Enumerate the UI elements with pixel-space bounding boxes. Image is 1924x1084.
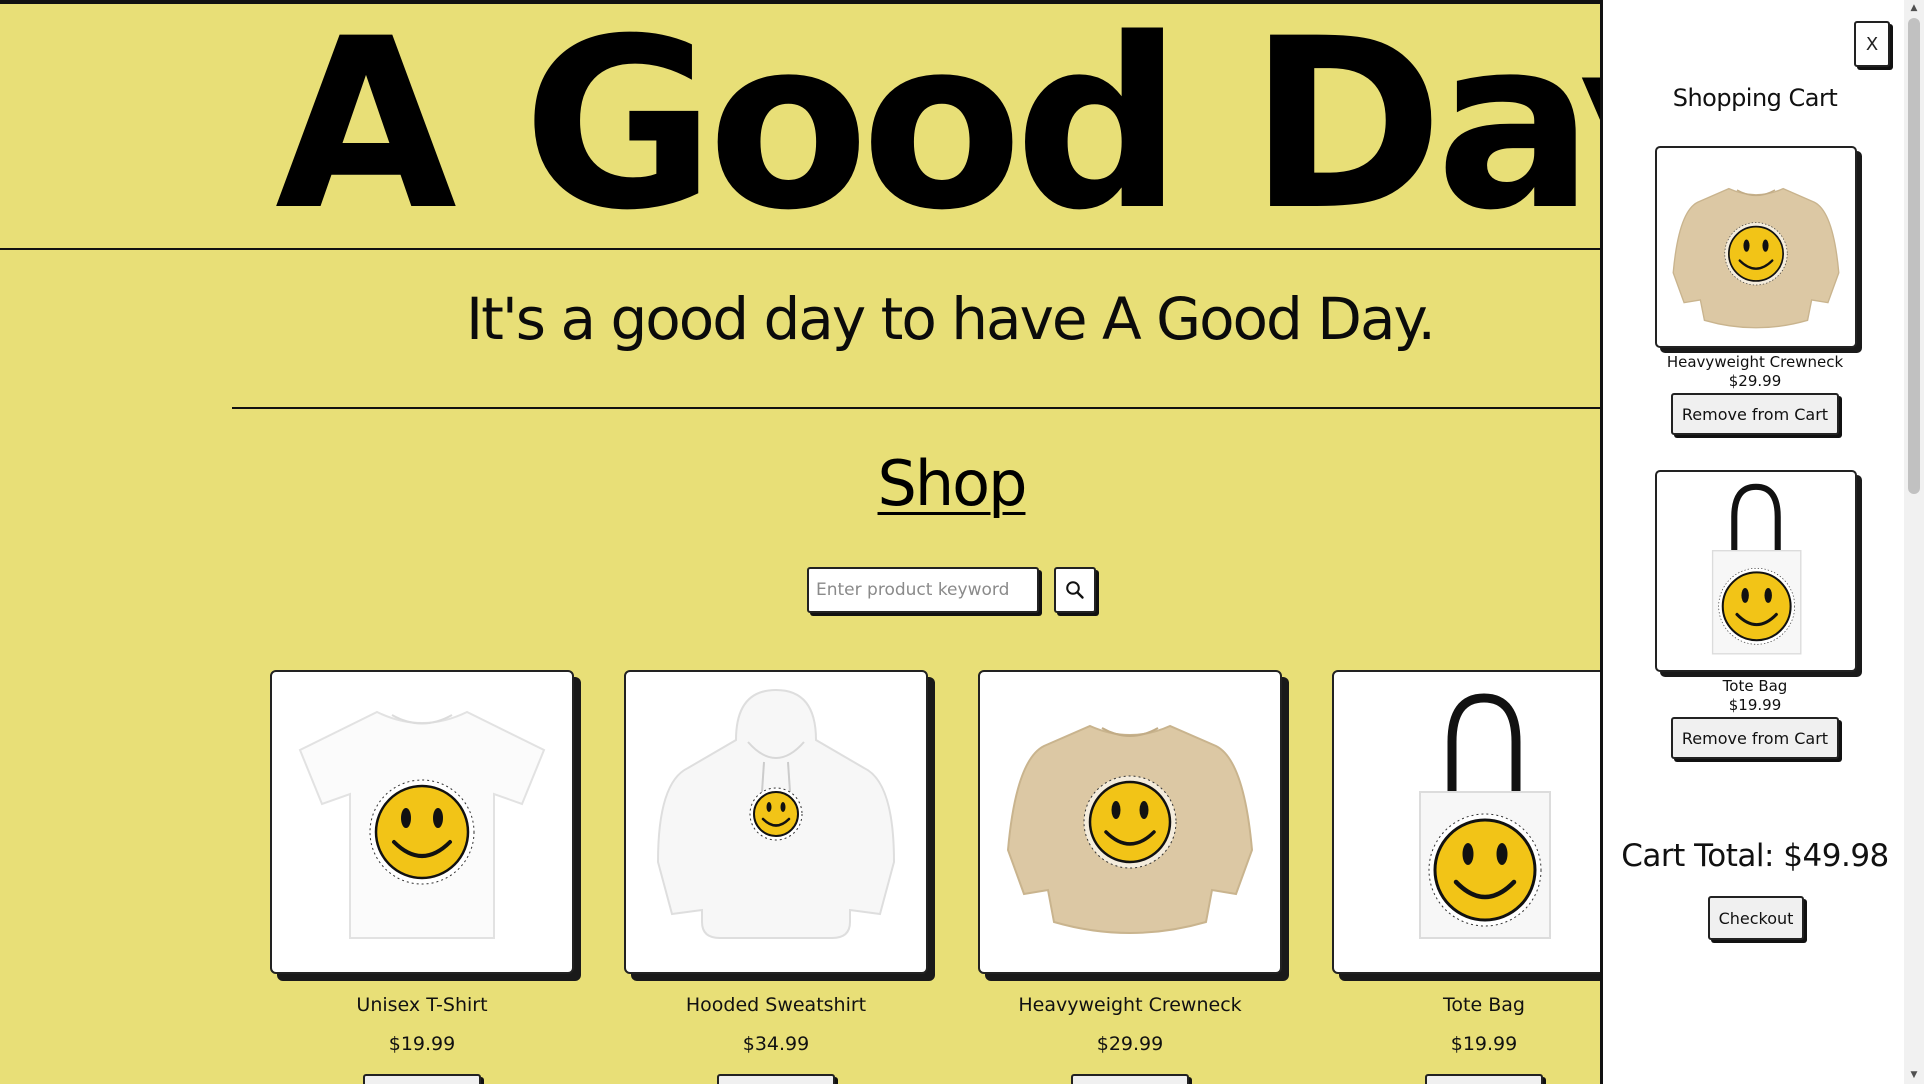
page-scrollbar[interactable]: ▲ ▼ [1904,0,1924,1084]
product-name: Unisex T-Shirt [356,994,488,1016]
close-cart-button[interactable]: X [1854,21,1890,67]
cart-item-price: $19.99 [1728,696,1782,714]
cart-item-name: Tote Bag [1722,677,1788,695]
product-image-tote[interactable] [1332,670,1600,974]
tote-bag-smiley-image [1419,693,1551,939]
crewneck-smiley-image [1672,187,1840,329]
search-button[interactable] [1054,567,1096,613]
add-to-cart-button[interactable] [363,1074,481,1084]
tagline-divider [232,407,1600,409]
cart-item-image [1655,146,1857,348]
product-price: $19.99 [388,1032,456,1055]
main-content: A Good Day Co. It's a good day to have A… [0,0,1600,1084]
scroll-down-arrow-icon[interactable]: ▼ [1904,1067,1924,1084]
product-price: $19.99 [1450,1032,1518,1055]
cart-item-name: Heavyweight Crewneck [1666,353,1844,371]
add-to-cart-button[interactable] [717,1074,835,1084]
scrollbar-thumb[interactable] [1908,18,1920,494]
cart-item-price: $29.99 [1728,372,1782,390]
product-name: Hooded Sweatshirt [685,994,867,1016]
search-input[interactable] [807,567,1039,613]
tote-bag-smiley-image [1711,483,1802,655]
add-to-cart-button[interactable] [1425,1074,1543,1084]
header-divider [0,248,1600,250]
product-card: Tote Bag $19.99 [1332,670,1600,1084]
crewneck-smiley-image [1006,724,1254,934]
remove-from-cart-button[interactable]: Remove from Cart [1671,393,1839,435]
shop-heading: Shop [877,447,1028,520]
product-card: Heavyweight Crewneck $29.99 [978,670,1282,1084]
product-name: Tote Bag [1443,994,1525,1016]
cart-item-image [1655,470,1857,672]
shopping-cart-drawer: X Shopping Cart Heavyweight Crewneck $29… [1600,0,1904,1084]
cart-title: Shopping Cart [1672,84,1838,112]
checkout-button[interactable]: Checkout [1708,896,1804,940]
product-image-hoodie[interactable] [624,670,928,974]
add-to-cart-button[interactable] [1071,1074,1189,1084]
remove-from-cart-button[interactable]: Remove from Cart [1671,717,1839,759]
product-name: Heavyweight Crewneck [1018,994,1242,1016]
product-image-tshirt[interactable] [270,670,574,974]
product-image-crewneck[interactable] [978,670,1282,974]
product-card: Hooded Sweatshirt $34.99 [624,670,928,1084]
tagline: It's a good day to have A Good Day. [466,285,1436,353]
product-price: $29.99 [1096,1032,1164,1055]
hoodie-smiley-image [656,688,896,939]
cart-total: Cart Total: $49.98 [1621,838,1889,874]
product-card: Unisex T-Shirt $19.99 [270,670,574,1084]
brand-title: A Good Day Co. [275,0,1600,262]
product-price: $34.99 [742,1032,810,1055]
search-icon [1066,581,1084,599]
t-shirt-smiley-image [298,710,546,939]
scroll-up-arrow-icon[interactable]: ▲ [1904,0,1924,17]
